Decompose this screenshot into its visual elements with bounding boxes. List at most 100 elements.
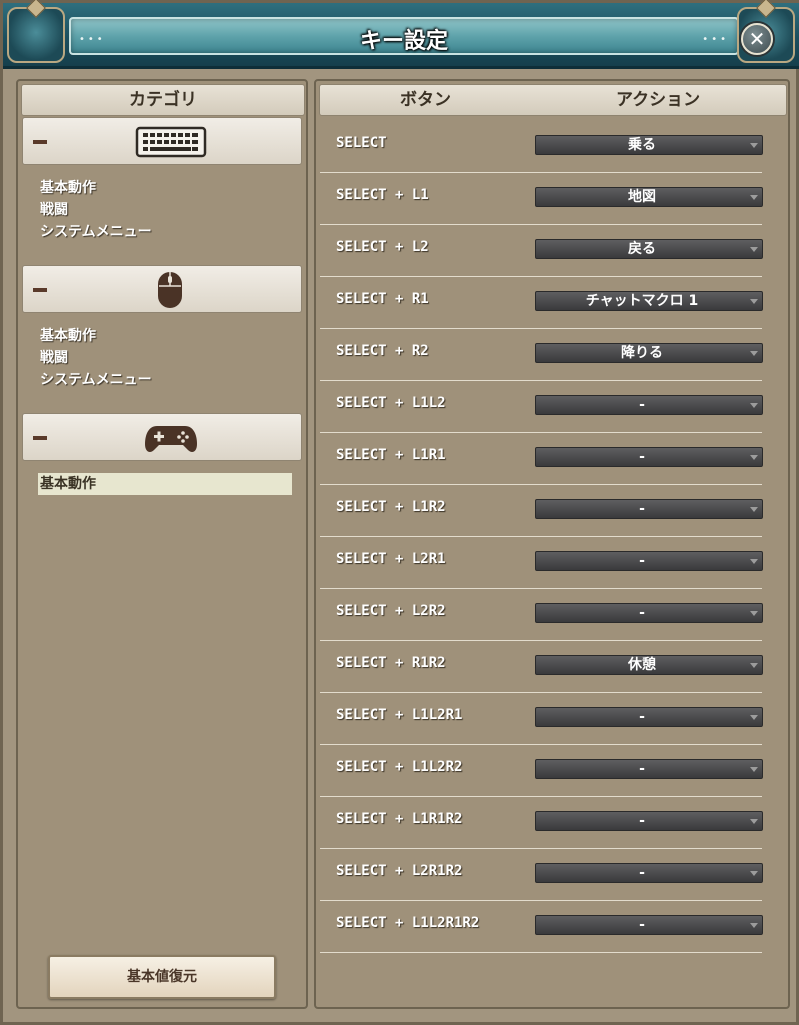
- restore-defaults-button[interactable]: 基本値復元: [48, 955, 276, 999]
- action-dropdown[interactable]: 休憩: [535, 655, 763, 675]
- binding-row: SELECT 乗る: [320, 121, 763, 173]
- chevron-down-icon: [750, 715, 758, 720]
- keyboard-icon: [135, 126, 207, 158]
- bindings-header: ボタン アクション: [319, 84, 787, 116]
- action-dropdown-value: 戻る: [628, 241, 656, 257]
- category-item-battle[interactable]: 戦闘: [38, 347, 298, 369]
- binding-button-label: SELECT + L2R1: [336, 551, 446, 567]
- ornament-dots-right: •••: [702, 34, 729, 45]
- bindings-panel: ボタン アクション SELECT 乗る SELECT + L1 地図 SELECT + …: [314, 79, 790, 1009]
- category-list-mouse: 基本動作 戦闘 システムメニュー: [38, 325, 298, 391]
- binding-button-label: SELECT + L1L2R2: [336, 759, 463, 775]
- gamepad-icon: [145, 426, 197, 452]
- action-dropdown[interactable]: -: [535, 811, 763, 831]
- mouse-icon: [158, 272, 182, 308]
- action-dropdown[interactable]: 乗る: [535, 135, 763, 155]
- chevron-down-icon: [750, 351, 758, 356]
- category-item-system-menu[interactable]: システムメニュー: [38, 221, 298, 243]
- collapse-icon[interactable]: [33, 436, 47, 440]
- chevron-down-icon: [750, 819, 758, 824]
- action-dropdown-value: -: [639, 917, 645, 933]
- category-item-basic[interactable]: 基本動作: [38, 325, 298, 347]
- category-group-gamepad[interactable]: [22, 413, 302, 461]
- close-icon: ✕: [748, 27, 766, 51]
- scroll-ornament-left: [7, 0, 65, 63]
- action-dropdown[interactable]: 降りる: [535, 343, 763, 363]
- action-dropdown[interactable]: -: [535, 707, 763, 727]
- binding-row: SELECT + L1 地図: [320, 173, 763, 225]
- binding-button-label: SELECT + R2: [336, 343, 429, 359]
- action-dropdown-value: 地図: [628, 189, 656, 205]
- chevron-down-icon: [750, 767, 758, 772]
- title-banner: ••• キー設定 •••: [69, 17, 739, 55]
- bindings-list: SELECT 乗る SELECT + L1 地図 SELECT + L2 戻る SELECT…: [320, 121, 763, 953]
- category-item-basic-selected[interactable]: 基本動作: [38, 473, 292, 495]
- binding-button-label: SELECT + L1R2: [336, 499, 446, 515]
- category-list-keyboard: 基本動作 戦闘 システムメニュー: [38, 177, 298, 243]
- chevron-down-icon: [750, 611, 758, 616]
- binding-button-label: SELECT + L1R1: [336, 447, 446, 463]
- binding-row: SELECT + L1L2R1 -: [320, 693, 763, 745]
- chevron-down-icon: [750, 299, 758, 304]
- action-dropdown-value: チャットマクロ 1: [585, 293, 699, 309]
- category-item-battle[interactable]: 戦闘: [38, 199, 298, 221]
- chevron-down-icon: [750, 663, 758, 668]
- chevron-down-icon: [750, 247, 758, 252]
- action-dropdown[interactable]: 戻る: [535, 239, 763, 259]
- action-dropdown[interactable]: -: [535, 603, 763, 623]
- binding-button-label: SELECT + L1R1R2: [336, 811, 463, 827]
- category-item-system-menu[interactable]: システムメニュー: [38, 369, 298, 391]
- action-dropdown[interactable]: -: [535, 447, 763, 467]
- binding-button-label: SELECT + L2R2: [336, 603, 446, 619]
- category-header: カテゴリ: [21, 84, 305, 116]
- binding-row: SELECT + R2 降りる: [320, 329, 763, 381]
- action-dropdown[interactable]: -: [535, 759, 763, 779]
- binding-row: SELECT + L2R2 -: [320, 589, 763, 641]
- action-dropdown-value: 乗る: [628, 137, 656, 153]
- key-settings-window: ••• キー設定 ••• ✕ カテゴリ 基本動作 戦闘 システムメニュー 基本動…: [0, 0, 799, 1025]
- column-header-button: ボタン: [400, 90, 451, 110]
- action-dropdown[interactable]: -: [535, 863, 763, 883]
- binding-button-label: SELECT: [336, 135, 387, 151]
- binding-button-label: SELECT + R1: [336, 291, 429, 307]
- binding-button-label: SELECT + L2R1R2: [336, 863, 463, 879]
- action-dropdown-value: -: [639, 553, 645, 569]
- binding-row: SELECT + L1L2R2 -: [320, 745, 763, 797]
- binding-button-label: SELECT + L1: [336, 187, 429, 203]
- category-panel: カテゴリ 基本動作 戦闘 システムメニュー 基本動作 戦闘 システムメニュー 基…: [16, 79, 308, 1009]
- binding-button-label: SELECT + L2: [336, 239, 429, 255]
- action-dropdown[interactable]: チャットマクロ 1: [535, 291, 763, 311]
- binding-button-label: SELECT + L1L2: [336, 395, 446, 411]
- action-dropdown-value: -: [639, 397, 645, 413]
- chevron-down-icon: [750, 871, 758, 876]
- action-dropdown-value: -: [639, 813, 645, 829]
- category-group-mouse[interactable]: [22, 265, 302, 313]
- category-group-keyboard[interactable]: [22, 117, 302, 165]
- action-dropdown[interactable]: -: [535, 499, 763, 519]
- collapse-icon[interactable]: [33, 288, 47, 292]
- collapse-icon[interactable]: [33, 140, 47, 144]
- action-dropdown[interactable]: -: [535, 915, 763, 935]
- binding-row: SELECT + R1R2 休憩: [320, 641, 763, 693]
- action-dropdown[interactable]: -: [535, 551, 763, 571]
- action-dropdown-value: 降りる: [621, 345, 663, 361]
- category-item-basic[interactable]: 基本動作: [38, 177, 298, 199]
- action-dropdown-value: -: [639, 865, 645, 881]
- binding-row: SELECT + L1R1R2 -: [320, 797, 763, 849]
- binding-row: SELECT + L1R2 -: [320, 485, 763, 537]
- chevron-down-icon: [750, 143, 758, 148]
- action-dropdown-value: -: [639, 605, 645, 621]
- action-dropdown-value: 休憩: [628, 657, 656, 673]
- action-dropdown-value: -: [639, 709, 645, 725]
- binding-row: SELECT + R1 チャットマクロ 1: [320, 277, 763, 329]
- chevron-down-icon: [750, 559, 758, 564]
- action-dropdown[interactable]: -: [535, 395, 763, 415]
- chevron-down-icon: [750, 923, 758, 928]
- column-header-action: アクション: [616, 90, 701, 110]
- action-dropdown-value: -: [639, 449, 645, 465]
- binding-button-label: SELECT + L1L2R1: [336, 707, 463, 723]
- action-dropdown[interactable]: 地図: [535, 187, 763, 207]
- binding-row: SELECT + L2 戻る: [320, 225, 763, 277]
- close-button[interactable]: ✕: [741, 23, 773, 55]
- chevron-down-icon: [750, 455, 758, 460]
